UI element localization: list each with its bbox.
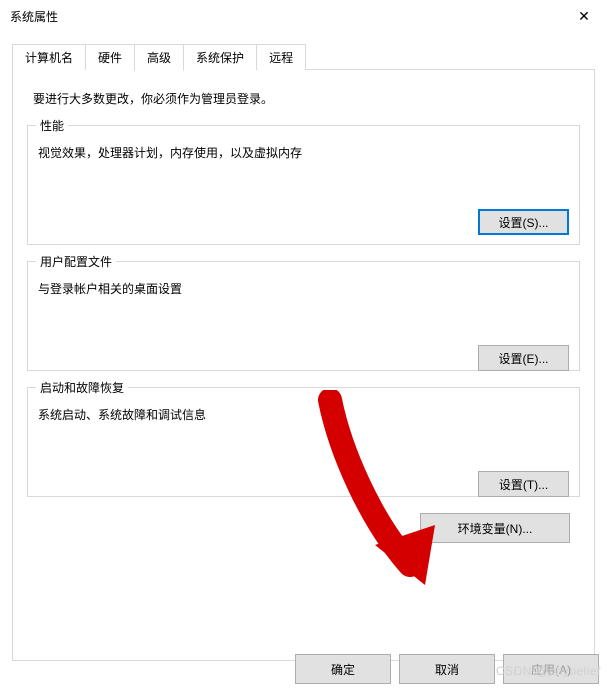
performance-settings-button[interactable]: 设置(S)... <box>478 209 569 235</box>
close-icon: ✕ <box>578 8 590 25</box>
tab-strip: 计算机名 硬件 高级 系统保护 远程 <box>0 44 607 70</box>
ok-button[interactable]: 确定 <box>295 654 391 684</box>
close-button[interactable]: ✕ <box>561 0 607 32</box>
group-startup-desc: 系统启动、系统故障和调试信息 <box>38 406 569 423</box>
group-startup-title: 启动和故障恢复 <box>36 379 128 396</box>
startup-settings-button[interactable]: 设置(T)... <box>478 471 569 497</box>
group-performance-desc: 视觉效果，处理器计划，内存使用，以及虚拟内存 <box>38 144 569 161</box>
group-performance-title: 性能 <box>36 117 68 134</box>
window-title: 系统属性 <box>10 8 58 25</box>
dialog-buttons: 确定 取消 应用(A) <box>295 654 599 684</box>
group-user-profiles-title: 用户配置文件 <box>36 253 116 270</box>
user-profiles-settings-button[interactable]: 设置(E)... <box>478 345 569 371</box>
tab-system-protection[interactable]: 系统保护 <box>183 44 257 70</box>
tab-remote[interactable]: 远程 <box>256 44 306 70</box>
admin-notice: 要进行大多数更改，你必须作为管理员登录。 <box>27 90 580 107</box>
environment-variables-button[interactable]: 环境变量(N)... <box>420 513 570 543</box>
tab-hardware[interactable]: 硬件 <box>85 44 135 70</box>
group-user-profiles: 用户配置文件 与登录帐户相关的桌面设置 设置(E)... <box>27 261 580 371</box>
group-performance: 性能 视觉效果，处理器计划，内存使用，以及虚拟内存 设置(S)... <box>27 125 580 245</box>
group-user-profiles-desc: 与登录帐户相关的桌面设置 <box>38 280 569 297</box>
cancel-button[interactable]: 取消 <box>399 654 495 684</box>
tab-panel-advanced: 要进行大多数更改，你必须作为管理员登录。 性能 视觉效果，处理器计划，内存使用，… <box>12 69 595 661</box>
group-startup-recovery: 启动和故障恢复 系统启动、系统故障和调试信息 设置(T)... <box>27 387 580 497</box>
tab-computer-name[interactable]: 计算机名 <box>12 44 86 70</box>
tab-advanced[interactable]: 高级 <box>134 44 184 71</box>
title-bar: 系统属性 ✕ <box>0 0 607 32</box>
apply-button[interactable]: 应用(A) <box>503 654 599 684</box>
